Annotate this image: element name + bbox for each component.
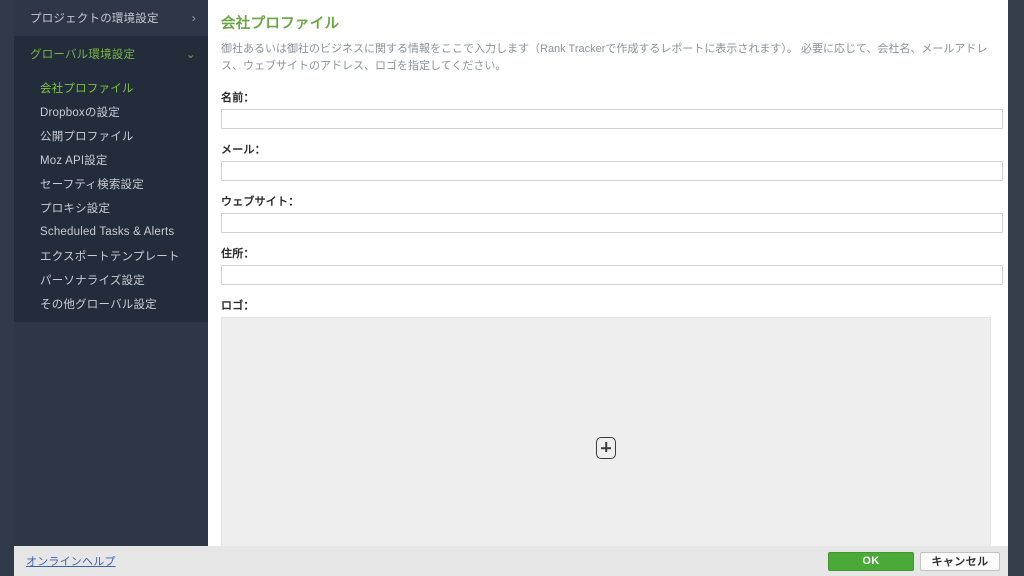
sidebar-item-label: Dropboxの設定 [40,107,120,119]
email-input[interactable] [221,161,1003,182]
sidebar-item-label: プロジェクトの環境設定 [30,13,159,25]
sidebar-submenu: 会社プロファイル Dropboxの設定 公開プロファイル Moz API設定 セ… [14,72,208,322]
add-logo-plus-icon[interactable] [596,437,616,460]
sidebar-item-project-preferences[interactable]: プロジェクトの環境設定 › [14,0,208,36]
window-left-edge [0,0,14,576]
sidebar-item-other-global-settings[interactable]: その他グローバル設定 [14,292,208,316]
sidebar-item-proxy-settings[interactable]: プロキシ設定 [14,196,208,220]
sidebar-item-public-profile[interactable]: 公開プロファイル [14,124,208,148]
website-input[interactable] [221,213,1003,234]
window-right-edge [1008,0,1024,576]
dialog-footer: オンラインヘルプ OK キャンセル [14,546,1008,576]
sidebar-item-label: セーフティ検索設定 [40,179,144,191]
sidebar-item-label: 会社プロファイル [40,83,134,95]
email-field-label: メール： [221,144,266,157]
sidebar-item-personalization-settings[interactable]: パーソナライズ設定 [14,268,208,292]
name-input[interactable] [221,109,1003,130]
sidebar-item-company-profile[interactable]: 会社プロファイル [14,76,208,100]
settings-sidebar: プロジェクトの環境設定 › グローバル環境設定 ⌄ 会社プロファイル Dropb… [14,0,208,546]
footer-button-group: OK キャンセル [828,551,1000,571]
sidebar-item-export-templates[interactable]: エクスポートテンプレート [14,244,208,268]
online-help-link[interactable]: オンラインヘルプ [26,553,116,569]
logo-field-label: ロゴ： [221,300,255,313]
ok-button[interactable]: OK [828,551,914,571]
page-title: 会社プロファイル [221,16,340,32]
address-field-label: 住所： [221,248,255,261]
sidebar-item-global-preferences[interactable]: グローバル環境設定 ⌄ [14,36,208,72]
chevron-right-icon: › [191,11,196,25]
logo-drop-area[interactable] [221,317,991,546]
website-field-label: ウェブサイト： [221,196,300,209]
sidebar-item-label: Scheduled Tasks & Alerts [40,226,175,238]
page-description: 御社あるいは御社のビジネスに関する情報をここで入力します（Rank Tracke… [221,43,988,73]
sidebar-item-label: その他グローバル設定 [40,299,157,311]
sidebar-item-label: プロキシ設定 [40,203,111,215]
sidebar-item-moz-api-settings[interactable]: Moz API設定 [14,148,208,172]
sidebar-item-safe-search-settings[interactable]: セーフティ検索設定 [14,172,208,196]
sidebar-item-scheduled-tasks-alerts[interactable]: Scheduled Tasks & Alerts [14,220,208,244]
settings-window: プロジェクトの環境設定 › グローバル環境設定 ⌄ 会社プロファイル Dropb… [0,0,1024,576]
chevron-down-icon: ⌄ [185,47,196,61]
sidebar-item-dropbox-settings[interactable]: Dropboxの設定 [14,100,208,124]
sidebar-item-label: エクスポートテンプレート [40,251,180,263]
sidebar-item-label: 公開プロファイル [40,131,134,143]
sidebar-item-label: Moz API設定 [40,155,108,167]
settings-content-panel: 会社プロファイル 御社あるいは御社のビジネスに関する情報をここで入力します（Ra… [208,0,1008,546]
cancel-button[interactable]: キャンセル [920,551,1000,571]
address-input[interactable] [221,265,1003,286]
sidebar-item-label: グローバル環境設定 [30,49,136,61]
sidebar-item-label: パーソナライズ設定 [40,275,145,287]
name-field-label: 名前： [221,92,255,105]
